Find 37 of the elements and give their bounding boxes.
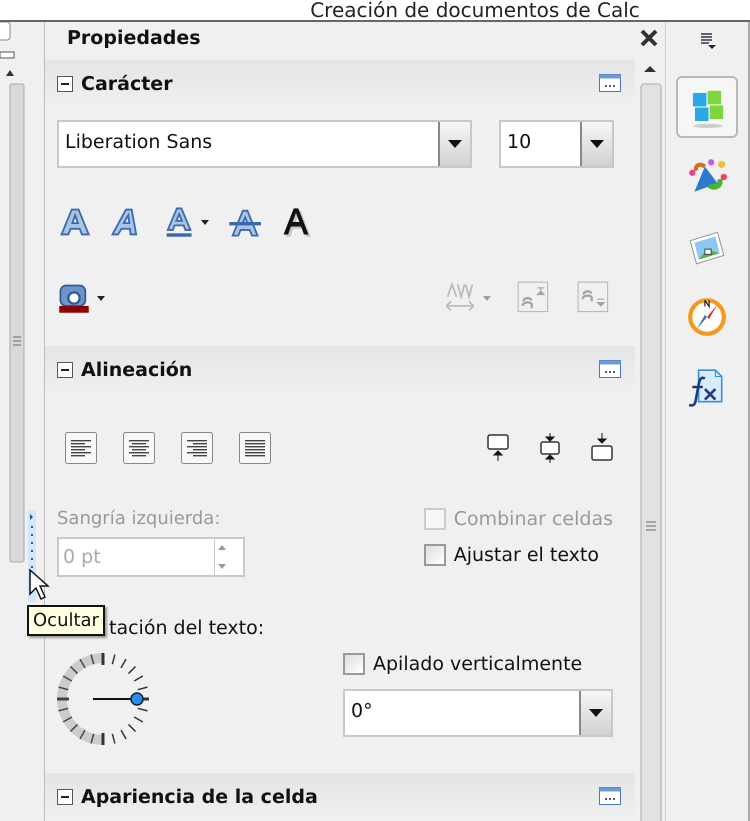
collapse-icon[interactable] (57, 362, 73, 378)
more-options-button[interactable] (599, 787, 623, 807)
caret-icon (201, 220, 209, 224)
section-title: Apariencia de la celda (81, 786, 319, 808)
caret-icon (483, 296, 491, 300)
panel-title: Propiedades (67, 27, 201, 49)
rotation-dial[interactable] (57, 653, 149, 745)
close-button[interactable] (639, 28, 659, 48)
caret-icon (589, 709, 603, 717)
collapse-icon[interactable] (57, 789, 73, 805)
tooltip: Ocultar (27, 605, 105, 636)
justify-button[interactable] (239, 432, 271, 464)
section-title: Alineación (81, 359, 194, 381)
checkbox[interactable]: Ajustar el texto (424, 544, 613, 566)
superscript-icon (517, 281, 551, 315)
indent-label: Sangría izquierda: (57, 508, 222, 529)
align-right-button[interactable] (181, 432, 213, 464)
compass-icon (686, 296, 728, 338)
more-options-button[interactable] (599, 360, 623, 380)
font-name-field[interactable]: Liberation Sans (57, 120, 472, 168)
caret-icon (448, 140, 462, 148)
caret-icon (97, 296, 105, 300)
properties-tab[interactable] (676, 76, 738, 138)
align-center-button[interactable] (123, 432, 155, 464)
checkbox[interactable]: Apilado verticalmente (343, 653, 582, 675)
section-title: Carácter (81, 73, 174, 95)
caret-icon (590, 140, 604, 148)
align-left-button[interactable] (65, 432, 97, 464)
angle-field[interactable]: 0° (343, 689, 613, 737)
collapse-icon[interactable] (57, 76, 73, 92)
more-options-button[interactable] (599, 74, 623, 94)
align-bottom-button[interactable] (589, 433, 615, 463)
font-size-field[interactable]: 10 (499, 120, 614, 168)
align-top-button[interactable] (485, 433, 511, 463)
cursor-icon (28, 568, 50, 602)
document-caption: Creación de documentos de Calc (310, 0, 640, 20)
subscript-icon (577, 281, 611, 315)
